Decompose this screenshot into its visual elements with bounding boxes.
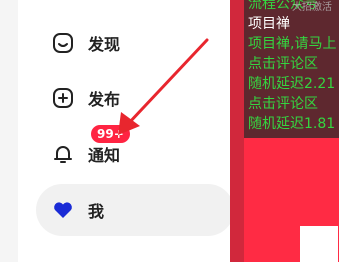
notification-badge: 99+ xyxy=(90,124,131,144)
sidebar: 发现 发布 99+ 通知 我 xyxy=(18,0,234,262)
script-log-overlay: 大招激活 流程公众号 项目禅 项目禅,请马上 点击评论区 随机延迟2.21 点击… xyxy=(244,0,339,138)
discover-icon xyxy=(52,32,74,54)
nav-label-publish: 发布 xyxy=(88,90,121,109)
panel-edge xyxy=(230,0,244,262)
cover-glyph xyxy=(300,226,338,262)
nav-label-me: 我 xyxy=(88,202,105,221)
nav-item-publish[interactable]: 发布 xyxy=(36,72,216,124)
log-line: 项目禅,请马上 xyxy=(248,36,337,52)
log-line: 随机延迟2.21 xyxy=(248,76,336,92)
overlay-ghost-text: 大招激活 xyxy=(292,2,332,13)
nav-label-discover: 发现 xyxy=(88,35,121,54)
log-line: 点击评论区 xyxy=(248,56,318,72)
content-panel: 大招激活 流程公众号 项目禅 项目禅,请马上 点击评论区 随机延迟2.21 点击… xyxy=(230,0,339,262)
log-line: 随机延迟1.81 xyxy=(248,116,336,132)
bell-icon xyxy=(52,143,74,165)
nav-item-me[interactable]: 我 xyxy=(36,184,234,236)
publish-icon xyxy=(52,87,74,109)
log-line: 项目禅 xyxy=(248,16,290,32)
heart-avatar-icon xyxy=(52,199,74,221)
nav-item-notifications[interactable]: 99+ 通知 xyxy=(36,124,216,180)
nav-label-notifications: 通知 xyxy=(88,146,121,165)
log-line: 点击评论区 xyxy=(248,96,318,112)
nav-item-discover[interactable]: 发现 xyxy=(36,17,216,69)
